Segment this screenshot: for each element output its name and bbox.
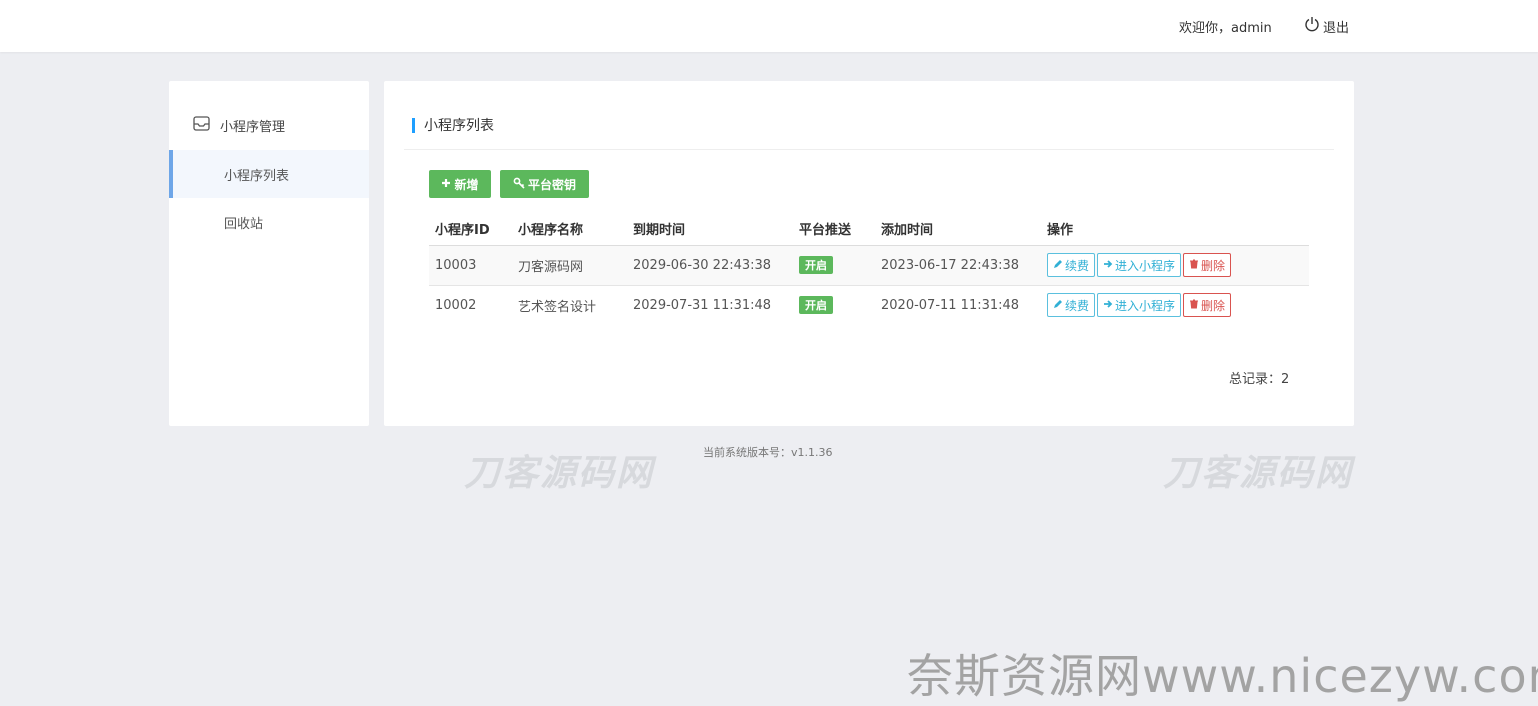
- cell-id: 10002: [435, 297, 477, 313]
- cell-added: 2023-06-17 22:43:38: [875, 245, 1041, 286]
- cell-push: 开启: [793, 285, 875, 325]
- pencil-icon: [1053, 258, 1063, 272]
- pencil-icon: [1053, 298, 1063, 312]
- logout-button[interactable]: 退出: [1304, 16, 1349, 36]
- delete-label: 删除: [1201, 298, 1226, 313]
- cell-push: 开启: [793, 245, 875, 286]
- sidebar-group-label: 小程序管理: [220, 119, 286, 135]
- sidebar-item-recycle[interactable]: 回收站: [169, 198, 369, 246]
- trash-icon: [1189, 258, 1199, 272]
- divider: [404, 149, 1334, 150]
- page-title: 小程序列表: [424, 118, 494, 134]
- key-icon: [513, 177, 525, 192]
- arrow-right-icon: [1103, 298, 1113, 312]
- cell-name: 艺术签名设计: [518, 299, 597, 315]
- delete-button[interactable]: 删除: [1183, 253, 1232, 277]
- col-header: 到期时间: [627, 213, 793, 246]
- add-button[interactable]: 新增: [429, 170, 491, 198]
- table-header-row: 小程序ID 小程序名称 到期时间 平台推送 添加时间 操作: [429, 213, 1309, 246]
- renew-button[interactable]: 续费: [1047, 253, 1096, 277]
- enter-label: 进入小程序: [1115, 298, 1176, 313]
- watermark-logo-right: 刀客源码网: [1163, 453, 1354, 494]
- enter-button[interactable]: 进入小程序: [1097, 293, 1182, 318]
- add-button-label: 新增: [454, 177, 479, 192]
- sidebar: 小程序管理 小程序列表 回收站: [169, 81, 369, 426]
- cell-expire: 2029-07-31 11:31:48: [633, 297, 772, 313]
- enter-button[interactable]: 进入小程序: [1097, 253, 1182, 277]
- col-header: 平台推送: [793, 213, 875, 246]
- power-icon: [1304, 16, 1320, 36]
- col-header: 添加时间: [875, 213, 1041, 246]
- status-badge: 开启: [799, 296, 833, 315]
- cell-name: 刀客源码网: [512, 245, 627, 286]
- plus-icon: [441, 177, 451, 191]
- sidebar-item-label: 小程序列表: [224, 168, 290, 184]
- miniprogram-table: 小程序ID 小程序名称 到期时间 平台推送 添加时间 操作 10003 刀客源码…: [429, 213, 1309, 325]
- renew-button[interactable]: 续费: [1047, 293, 1096, 318]
- inbox-icon: [193, 115, 210, 135]
- enter-label: 进入小程序: [1115, 258, 1176, 273]
- delete-label: 删除: [1201, 258, 1226, 273]
- renew-label: 续费: [1065, 298, 1090, 313]
- cell-actions: 续费 进入小程序 删除: [1041, 285, 1309, 325]
- welcome-text: 欢迎你，admin: [1179, 21, 1272, 36]
- logout-label: 退出: [1323, 20, 1350, 36]
- arrow-right-icon: [1103, 258, 1113, 272]
- main-panel: 小程序列表 新增 平台密钥 小程序ID 小程序名称 到期时间 平台推送 添加时间…: [384, 81, 1354, 426]
- platform-key-button[interactable]: 平台密钥: [500, 170, 589, 198]
- cell-actions: 续费 进入小程序 删除: [1041, 245, 1309, 286]
- title-accent-bar: [412, 117, 415, 133]
- section-title: 小程序列表: [412, 117, 494, 134]
- col-header: 操作: [1041, 213, 1309, 246]
- sidebar-group-miniprogram[interactable]: 小程序管理: [169, 105, 369, 145]
- top-bar: 欢迎你，admin 退出: [0, 0, 1538, 52]
- cell-added: 2020-07-11 11:31:48: [881, 297, 1020, 313]
- platform-key-label: 平台密钥: [527, 177, 576, 192]
- watermark-logo-left: 刀客源码网: [464, 453, 655, 494]
- table-row: 10003 刀客源码网 2029-06-30 22:43:38 开启 2023-…: [429, 245, 1309, 286]
- watermark-bottom: 奈斯资源网www.nicezyw.com: [907, 649, 1538, 703]
- cell-expire: 2029-06-30 22:43:38: [627, 245, 793, 286]
- delete-button[interactable]: 删除: [1183, 293, 1232, 318]
- trash-icon: [1189, 298, 1199, 312]
- sidebar-item-label: 回收站: [224, 216, 264, 232]
- status-badge: 开启: [799, 256, 833, 274]
- total-records: 总记录：2: [1229, 372, 1290, 387]
- col-header: 小程序ID: [429, 213, 512, 246]
- sidebar-item-list[interactable]: 小程序列表: [169, 150, 369, 198]
- version-text: 当前系统版本号：v1.1.36: [703, 446, 833, 459]
- col-header: 小程序名称: [512, 213, 627, 246]
- renew-label: 续费: [1065, 258, 1090, 273]
- cell-id: 10003: [429, 245, 512, 286]
- table-row: 10002 艺术签名设计 2029-07-31 11:31:48 开启 2020…: [429, 285, 1309, 325]
